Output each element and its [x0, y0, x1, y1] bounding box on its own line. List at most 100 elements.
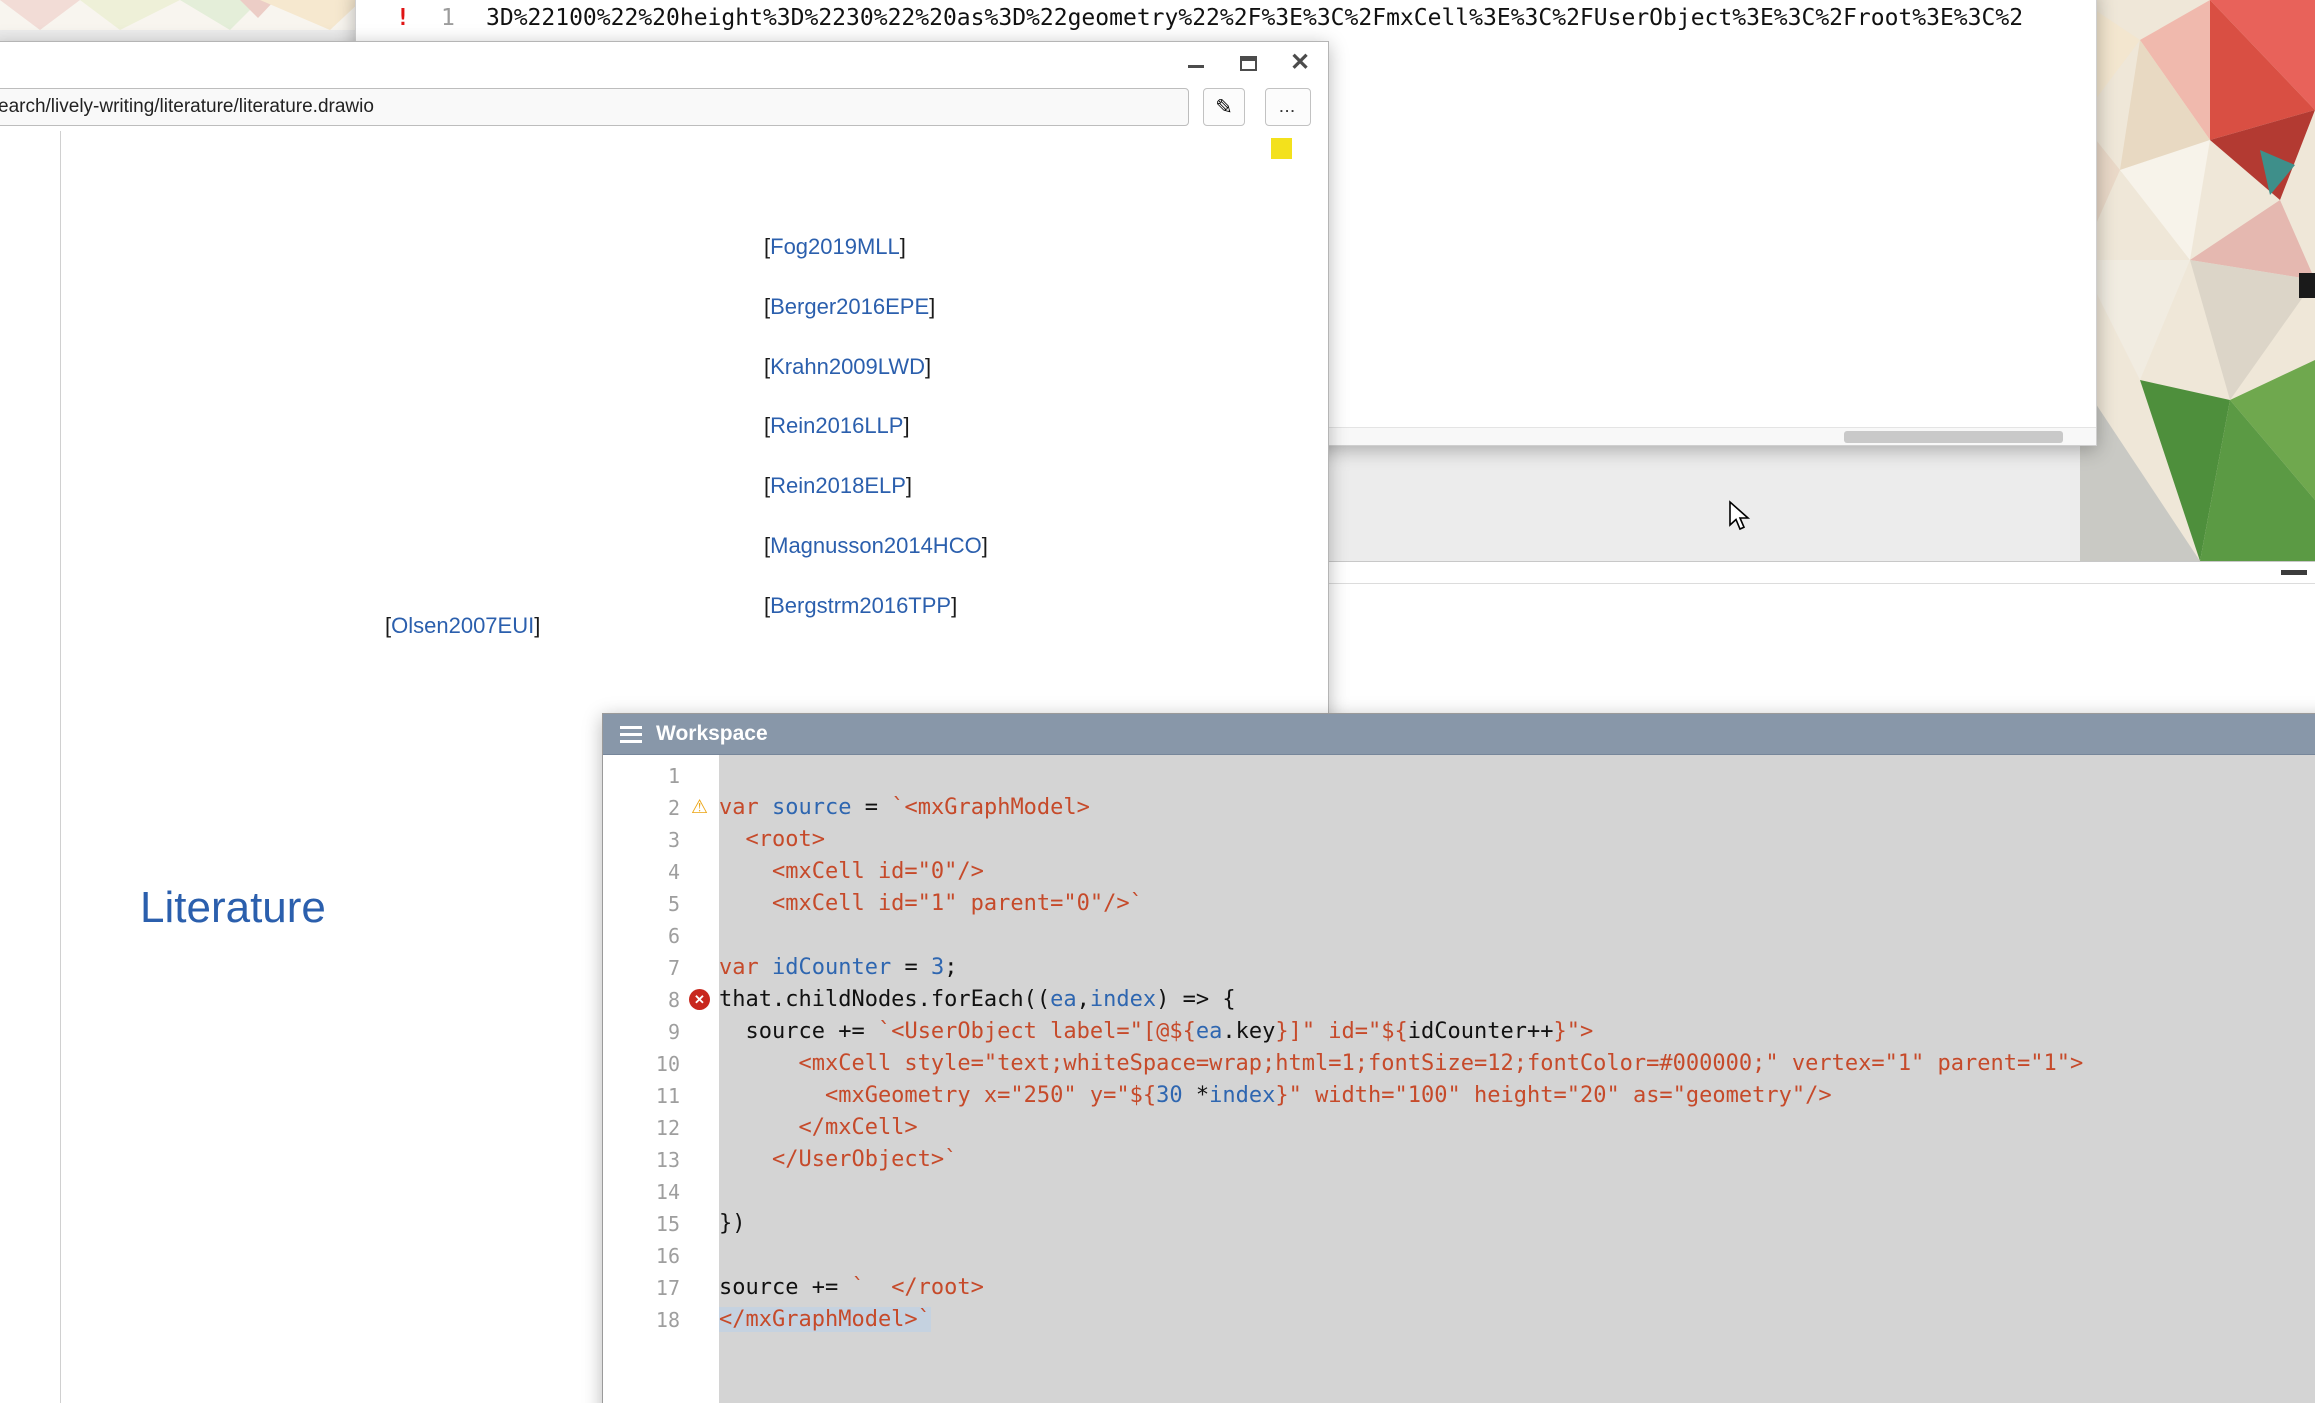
drawio-window-titlebar[interactable]: ✕ [0, 42, 1328, 84]
gutter-spacer [680, 824, 719, 856]
content-left-border [60, 131, 61, 1403]
code-line[interactable]: 16 [603, 1240, 2315, 1272]
gutter-line-number: 17 [603, 1272, 680, 1304]
code-text[interactable]: var idCounter = 3; [719, 952, 2315, 984]
address-bar-input[interactable] [0, 88, 1189, 126]
maximize-icon [1240, 56, 1257, 71]
gutter-line-number: 9 [603, 1016, 680, 1048]
gutter-line-number: 12 [603, 1112, 680, 1144]
gutter-spacer [680, 1208, 719, 1240]
gutter-spacer [680, 856, 719, 888]
citation-link[interactable]: [Krahn2009LWD] [764, 354, 931, 380]
code-text[interactable]: </UserObject>` [719, 1144, 2315, 1176]
gutter-line-number: 6 [603, 920, 680, 952]
workspace-titlebar[interactable]: Workspace [603, 714, 2315, 755]
citation-link[interactable]: [Rein2016LLP] [764, 413, 910, 439]
gutter-spacer [680, 1080, 719, 1112]
gutter-line-number: 1 [603, 760, 680, 792]
scrollbar-thumb[interactable] [1844, 431, 2063, 443]
mouse-cursor [1727, 500, 1755, 532]
diagram-title: Literature [140, 883, 326, 933]
edit-button[interactable]: ✎ [1203, 88, 1245, 126]
warning-icon: ⚠ [680, 792, 719, 824]
pencil-icon: ✎ [1215, 95, 1233, 120]
gutter-line-number: 1 [441, 3, 486, 33]
background-editor-line[interactable]: ! 1 3D%22100%22%20height%3D%2230%22%20as… [356, 3, 2096, 33]
gutter-line-number: 5 [603, 888, 680, 920]
behind-window-divider [1321, 583, 2315, 584]
gutter-spacer [680, 1016, 719, 1048]
code-text[interactable] [719, 760, 2315, 792]
right-edge-scrollbar-thumb[interactable] [2299, 273, 2315, 298]
gutter-spacer [680, 920, 719, 952]
code-text[interactable]: }) [719, 1208, 2315, 1240]
code-line[interactable]: 11 <mxGeometry x="250" y="${30 *index}" … [603, 1080, 2315, 1112]
gutter-line-number: 15 [603, 1208, 680, 1240]
code-text[interactable]: that.childNodes.forEach((ea,index) => { [719, 984, 2315, 1016]
code-line[interactable]: 13 </UserObject>` [603, 1144, 2315, 1176]
gutter-line-number: 4 [603, 856, 680, 888]
citation-link[interactable]: [Rein2018ELP] [764, 473, 912, 499]
maximize-button[interactable] [1234, 49, 1262, 77]
code-line[interactable]: 4 <mxCell id="0"/> [603, 856, 2315, 888]
code-text[interactable]: </mxGraphModel>` [719, 1304, 2315, 1336]
minimize-dash-icon [2281, 570, 2307, 575]
code-line[interactable]: 17 source += ` </root> [603, 1272, 2315, 1304]
code-line[interactable]: 6 [603, 920, 2315, 952]
workspace-title: Workspace [656, 722, 768, 746]
gutter-spacer [680, 1112, 719, 1144]
gutter-line-number: 13 [603, 1144, 680, 1176]
code-text[interactable] [719, 1240, 2315, 1272]
code-line[interactable]: 1 [603, 760, 2315, 792]
code-line[interactable]: 18 </mxGraphModel>` [603, 1304, 2315, 1336]
code-line[interactable]: 3 <root> [603, 824, 2315, 856]
gutter-line-number: 10 [603, 1048, 680, 1080]
code-line[interactable]: 2⚠var source = `<mxGraphModel> [603, 792, 2315, 824]
gutter-line-number: 3 [603, 824, 680, 856]
hamburger-menu-icon[interactable] [620, 726, 642, 743]
more-options-button[interactable]: ... [1265, 88, 1311, 126]
code-text[interactable]: var source = `<mxGraphModel> [719, 792, 2315, 824]
workspace-editor[interactable]: 12⚠var source = `<mxGraphModel>3 <root>4… [603, 755, 2315, 1403]
minimize-icon [1188, 65, 1204, 68]
code-line[interactable]: 12 </mxCell> [603, 1112, 2315, 1144]
encoded-xml-code-line[interactable]: 3D%22100%22%20height%3D%2230%22%20as%3D%… [486, 3, 2096, 33]
code-text[interactable]: source += ` </root> [719, 1272, 2315, 1304]
code-text[interactable]: </mxCell> [719, 1112, 2315, 1144]
code-line[interactable]: 7var idCounter = 3; [603, 952, 2315, 984]
gutter-spacer [680, 1304, 719, 1336]
code-text[interactable]: <mxGeometry x="250" y="${30 *index}" wid… [719, 1080, 2315, 1112]
code-text[interactable]: <mxCell id="0"/> [719, 856, 2315, 888]
code-line[interactable]: 8✕that.childNodes.forEach((ea,index) => … [603, 984, 2315, 1016]
yellow-marker [1271, 138, 1292, 159]
code-text[interactable]: <root> [719, 824, 2315, 856]
code-text[interactable]: <mxCell id="1" parent="0"/>` [719, 888, 2315, 920]
gutter-spacer [680, 1048, 719, 1080]
gutter-spacer [680, 1176, 719, 1208]
gutter-spacer [680, 1272, 719, 1304]
close-button[interactable]: ✕ [1286, 49, 1314, 77]
code-line[interactable]: 10 <mxCell style="text;whiteSpace=wrap;h… [603, 1048, 2315, 1080]
gutter-line-number: 2 [603, 792, 680, 824]
code-line[interactable]: 14 [603, 1176, 2315, 1208]
citation-link[interactable]: [Magnusson2014HCO] [764, 533, 988, 559]
gutter-spacer [680, 888, 719, 920]
citation-link[interactable]: [Fog2019MLL] [764, 234, 906, 260]
gutter-spacer [680, 1240, 719, 1272]
gutter-spacer [680, 1144, 719, 1176]
code-text[interactable] [719, 920, 2315, 952]
code-line[interactable]: 15}) [603, 1208, 2315, 1240]
error-icon: ✕ [689, 989, 710, 1010]
code-text[interactable]: source += `<UserObject label="[@${ea.key… [719, 1016, 2315, 1048]
citation-link[interactable]: [Olsen2007EUI] [385, 613, 540, 639]
gutter-spacer [680, 760, 719, 792]
code-line[interactable]: 5 <mxCell id="1" parent="0"/>` [603, 888, 2315, 920]
code-text[interactable] [719, 1176, 2315, 1208]
code-line[interactable]: 9 source += `<UserObject label="[@${ea.k… [603, 1016, 2315, 1048]
gutter-line-number: 18 [603, 1304, 680, 1336]
lint-error-icon: ! [396, 3, 441, 33]
code-text[interactable]: <mxCell style="text;whiteSpace=wrap;html… [719, 1048, 2315, 1080]
minimize-button[interactable] [1182, 49, 1210, 77]
citation-link[interactable]: [Berger2016EPE] [764, 294, 935, 320]
citation-link[interactable]: [Bergstrm2016TPP] [764, 593, 957, 619]
